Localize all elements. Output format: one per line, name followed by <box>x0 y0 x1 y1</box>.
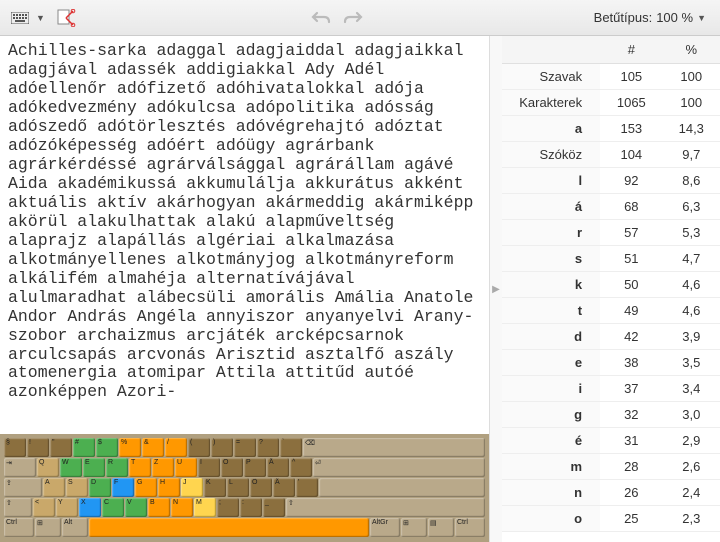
stat-count: 31 <box>600 428 662 454</box>
table-row[interactable]: e383,5 <box>502 350 720 376</box>
stat-count: 68 <box>600 194 662 220</box>
table-row[interactable]: Szavak105100 <box>502 64 720 90</box>
stat-key: n <box>502 480 600 506</box>
keyboard-preview[interactable]: §!"#$%&/()=?`⌫ ⇥QWERTZUIOPÅ^⏎ ⇪ASDFGHJKL… <box>0 434 489 542</box>
table-row[interactable]: Karakterek1065100 <box>502 90 720 116</box>
stat-count: 49 <box>600 298 662 324</box>
stat-count: 153 <box>600 116 662 142</box>
table-row[interactable]: g323,0 <box>502 402 720 428</box>
font-size-control[interactable]: Betűtípus: 100 % ▼ <box>594 10 714 25</box>
table-row[interactable]: n262,4 <box>502 480 720 506</box>
undo-icon[interactable] <box>307 5 335 31</box>
stat-key: Karakterek <box>502 90 600 116</box>
stat-key: s <box>502 246 600 272</box>
stat-count: 32 <box>600 402 662 428</box>
stat-count: 57 <box>600 220 662 246</box>
stat-count: 50 <box>600 272 662 298</box>
table-row[interactable]: s514,7 <box>502 246 720 272</box>
stat-key: m <box>502 454 600 480</box>
stats-panel: # % Szavak105100Karakterek1065100a15314,… <box>502 36 720 542</box>
stat-count: 26 <box>600 480 662 506</box>
left-panel: Achilles-sarka adaggal adagjaiddal adagj… <box>0 36 490 542</box>
stat-pct: 6,3 <box>663 194 720 220</box>
stat-count: 42 <box>600 324 662 350</box>
stat-pct: 9,7 <box>663 142 720 168</box>
stat-key: e <box>502 350 600 376</box>
font-size-label: Betűtípus: <box>594 10 653 25</box>
stat-count: 1065 <box>600 90 662 116</box>
keyboard-icon[interactable] <box>6 5 34 31</box>
col-count[interactable]: # <box>600 36 662 64</box>
stat-pct: 2,4 <box>663 480 720 506</box>
font-size-value: 100 % <box>656 10 693 25</box>
stat-count: 37 <box>600 376 662 402</box>
stat-pct: 3,9 <box>663 324 720 350</box>
table-row[interactable]: k504,6 <box>502 272 720 298</box>
stat-key: i <box>502 376 600 402</box>
stat-count: 38 <box>600 350 662 376</box>
stat-pct: 3,0 <box>663 402 720 428</box>
stat-key: k <box>502 272 600 298</box>
stat-pct: 14,3 <box>663 116 720 142</box>
stat-pct: 4,7 <box>663 246 720 272</box>
stat-pct: 4,6 <box>663 298 720 324</box>
stat-pct: 2,6 <box>663 454 720 480</box>
toolbar: ▼ Betűtípus: 100 % ▼ <box>0 0 720 36</box>
stat-key: r <box>502 220 600 246</box>
chevron-down-icon[interactable]: ▼ <box>36 13 48 23</box>
stat-key: g <box>502 402 600 428</box>
splitter[interactable]: ▶ <box>490 36 502 542</box>
table-row[interactable]: r575,3 <box>502 220 720 246</box>
stat-count: 105 <box>600 64 662 90</box>
stat-count: 25 <box>600 506 662 532</box>
stat-key: a <box>502 116 600 142</box>
stats-table: # % Szavak105100Karakterek1065100a15314,… <box>502 36 720 532</box>
stat-pct: 3,4 <box>663 376 720 402</box>
stat-pct: 8,6 <box>663 168 720 194</box>
chevron-down-icon: ▼ <box>697 13 706 23</box>
table-row[interactable]: i373,4 <box>502 376 720 402</box>
stat-pct: 100 <box>663 64 720 90</box>
cut-document-icon[interactable] <box>52 5 80 31</box>
stat-count: 28 <box>600 454 662 480</box>
stat-key: é <box>502 428 600 454</box>
stat-key: Szóköz <box>502 142 600 168</box>
table-row[interactable]: d423,9 <box>502 324 720 350</box>
stat-pct: 100 <box>663 90 720 116</box>
stat-key: t <box>502 298 600 324</box>
col-key[interactable] <box>502 36 600 64</box>
table-row[interactable]: Szóköz1049,7 <box>502 142 720 168</box>
redo-icon[interactable] <box>339 5 367 31</box>
table-row[interactable]: a15314,3 <box>502 116 720 142</box>
stat-pct: 2,9 <box>663 428 720 454</box>
stat-pct: 2,3 <box>663 506 720 532</box>
text-content[interactable]: Achilles-sarka adaggal adagjaiddal adagj… <box>0 36 489 434</box>
table-row[interactable]: t494,6 <box>502 298 720 324</box>
table-row[interactable]: á686,3 <box>502 194 720 220</box>
stat-key: Szavak <box>502 64 600 90</box>
col-pct[interactable]: % <box>663 36 720 64</box>
stat-pct: 5,3 <box>663 220 720 246</box>
main: Achilles-sarka adaggal adagjaiddal adagj… <box>0 36 720 542</box>
stat-count: 104 <box>600 142 662 168</box>
stat-count: 51 <box>600 246 662 272</box>
table-row[interactable]: m282,6 <box>502 454 720 480</box>
stat-count: 92 <box>600 168 662 194</box>
stat-pct: 3,5 <box>663 350 720 376</box>
stat-key: á <box>502 194 600 220</box>
stat-key: l <box>502 168 600 194</box>
stat-pct: 4,6 <box>663 272 720 298</box>
table-row[interactable]: l928,6 <box>502 168 720 194</box>
stat-key: d <box>502 324 600 350</box>
table-row[interactable]: o252,3 <box>502 506 720 532</box>
stat-key: o <box>502 506 600 532</box>
table-row[interactable]: é312,9 <box>502 428 720 454</box>
